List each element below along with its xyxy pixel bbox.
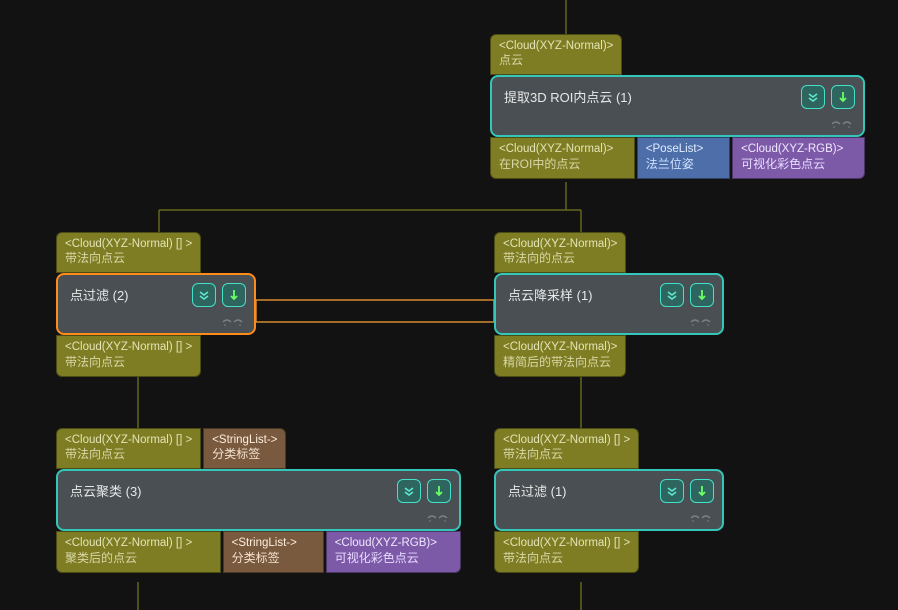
port-label: 可视化彩色点云 [335,551,452,566]
port-label: 带法向点云 [65,355,192,370]
node-point-filter-2[interactable]: <Cloud(XYZ-Normal) [] > 带法向点云 点过滤 (2) <C… [56,232,256,377]
port-type-label: <Cloud(XYZ-Normal)> [499,39,613,53]
node-body[interactable]: 点过滤 (2) [56,273,256,335]
input-port-cloud-xyz-normal-list[interactable]: <Cloud(XYZ-Normal) [] > 带法向点云 [56,428,201,469]
port-type-label: <Cloud(XYZ-RGB)> [335,536,452,550]
port-label: 精简后的带法向点云 [503,355,617,370]
input-port-cloud-xyz-normal-list[interactable]: <Cloud(XYZ-Normal) [] > 带法向点云 [494,428,639,469]
input-port-string-list[interactable]: <StringList-> 分类标签 [203,428,286,469]
port-label: 带法向点云 [65,251,192,266]
port-type-label: <Cloud(XYZ-Normal) [] > [503,536,630,550]
port-label: 点云 [499,53,613,68]
node-point-filter-1[interactable]: <Cloud(XYZ-Normal) [] > 带法向点云 点过滤 (1) <C… [494,428,724,573]
port-label: 分类标签 [232,551,315,566]
output-port-cloud-xyz-normal-list[interactable]: <Cloud(XYZ-Normal) [] > 聚类后的点云 [56,531,221,572]
output-port-pose-list[interactable]: <PoseList> 法兰位姿 [637,137,730,178]
sleep-icon [831,115,853,129]
run-button[interactable] [427,479,451,503]
input-port-cloud-xyz-normal[interactable]: <Cloud(XYZ-Normal)> 带法向的点云 [494,232,626,273]
node-title: 提取3D ROI内点云 (1) [504,87,803,106]
sleep-icon [222,313,244,327]
port-type-label: <StringList-> [212,433,277,447]
output-port-cloud-xyz-normal-list[interactable]: <Cloud(XYZ-Normal) [] > 带法向点云 [494,531,639,572]
node-body[interactable]: 点云降采样 (1) [494,273,724,335]
port-type-label: <StringList-> [232,536,315,550]
sleep-icon [427,509,449,523]
port-type-label: <Cloud(XYZ-Normal) [] > [503,433,630,447]
arrow-down-icon [227,288,241,302]
port-label: 带法向的点云 [503,251,617,266]
arrow-down-icon [836,90,850,104]
port-type-label: <Cloud(XYZ-Normal) [] > [65,536,212,550]
node-body[interactable]: 点过滤 (1) [494,469,724,531]
arrow-down-icon [695,288,709,302]
node-extract-3d-roi[interactable]: <Cloud(XYZ-Normal)> 点云 提取3D ROI内点云 (1) <… [490,34,865,179]
node-title: 点过滤 (1) [508,481,662,500]
expand-button[interactable] [801,85,825,109]
port-type-label: <PoseList> [646,142,721,156]
node-body[interactable]: 提取3D ROI内点云 (1) [490,75,865,137]
output-port-string-list[interactable]: <StringList-> 分类标签 [223,531,324,572]
input-port-cloud-xyz-normal-list[interactable]: <Cloud(XYZ-Normal) [] > 带法向点云 [56,232,201,273]
run-button[interactable] [222,283,246,307]
output-port-cloud-xyz-rgb[interactable]: <Cloud(XYZ-RGB)> 可视化彩色点云 [326,531,461,572]
output-port-cloud-xyz-rgb[interactable]: <Cloud(XYZ-RGB)> 可视化彩色点云 [732,137,865,178]
port-label: 在ROI中的点云 [499,157,626,172]
node-title: 点云聚类 (3) [70,481,399,500]
port-type-label: <Cloud(XYZ-Normal) [] > [65,237,192,251]
chevron-double-down-icon [806,90,820,104]
chevron-double-down-icon [665,288,679,302]
output-port-cloud-xyz-normal-list[interactable]: <Cloud(XYZ-Normal) [] > 带法向点云 [56,335,201,376]
port-label: 带法向点云 [503,447,630,462]
port-type-label: <Cloud(XYZ-RGB)> [741,142,856,156]
port-type-label: <Cloud(XYZ-Normal)> [499,142,626,156]
expand-button[interactable] [660,283,684,307]
node-body[interactable]: 点云聚类 (3) [56,469,461,531]
arrow-down-icon [432,484,446,498]
output-port-cloud-xyz-normal[interactable]: <Cloud(XYZ-Normal)> 精简后的带法向点云 [494,335,626,376]
node-cluster[interactable]: <Cloud(XYZ-Normal) [] > 带法向点云 <StringLis… [56,428,461,573]
port-type-label: <Cloud(XYZ-Normal)> [503,340,617,354]
node-title: 点过滤 (2) [70,285,194,304]
graph-canvas[interactable]: <Cloud(XYZ-Normal)> 点云 提取3D ROI内点云 (1) <… [0,0,898,610]
sleep-icon [690,313,712,327]
run-button[interactable] [690,479,714,503]
port-label: 法兰位姿 [646,157,721,172]
port-label: 分类标签 [212,447,277,462]
run-button[interactable] [690,283,714,307]
chevron-double-down-icon [665,484,679,498]
port-label: 聚类后的点云 [65,551,212,566]
chevron-double-down-icon [197,288,211,302]
expand-button[interactable] [192,283,216,307]
port-type-label: <Cloud(XYZ-Normal)> [503,237,617,251]
chevron-double-down-icon [402,484,416,498]
run-button[interactable] [831,85,855,109]
node-title: 点云降采样 (1) [508,285,662,304]
arrow-down-icon [695,484,709,498]
expand-button[interactable] [660,479,684,503]
output-port-cloud-xyz-normal[interactable]: <Cloud(XYZ-Normal)> 在ROI中的点云 [490,137,635,178]
port-label: 带法向点云 [65,447,192,462]
port-label: 可视化彩色点云 [741,157,856,172]
sleep-icon [690,509,712,523]
node-downsample[interactable]: <Cloud(XYZ-Normal)> 带法向的点云 点云降采样 (1) <Cl… [494,232,724,377]
port-type-label: <Cloud(XYZ-Normal) [] > [65,340,192,354]
input-port-cloud-xyz-normal[interactable]: <Cloud(XYZ-Normal)> 点云 [490,34,622,75]
port-type-label: <Cloud(XYZ-Normal) [] > [65,433,192,447]
expand-button[interactable] [397,479,421,503]
port-label: 带法向点云 [503,551,630,566]
